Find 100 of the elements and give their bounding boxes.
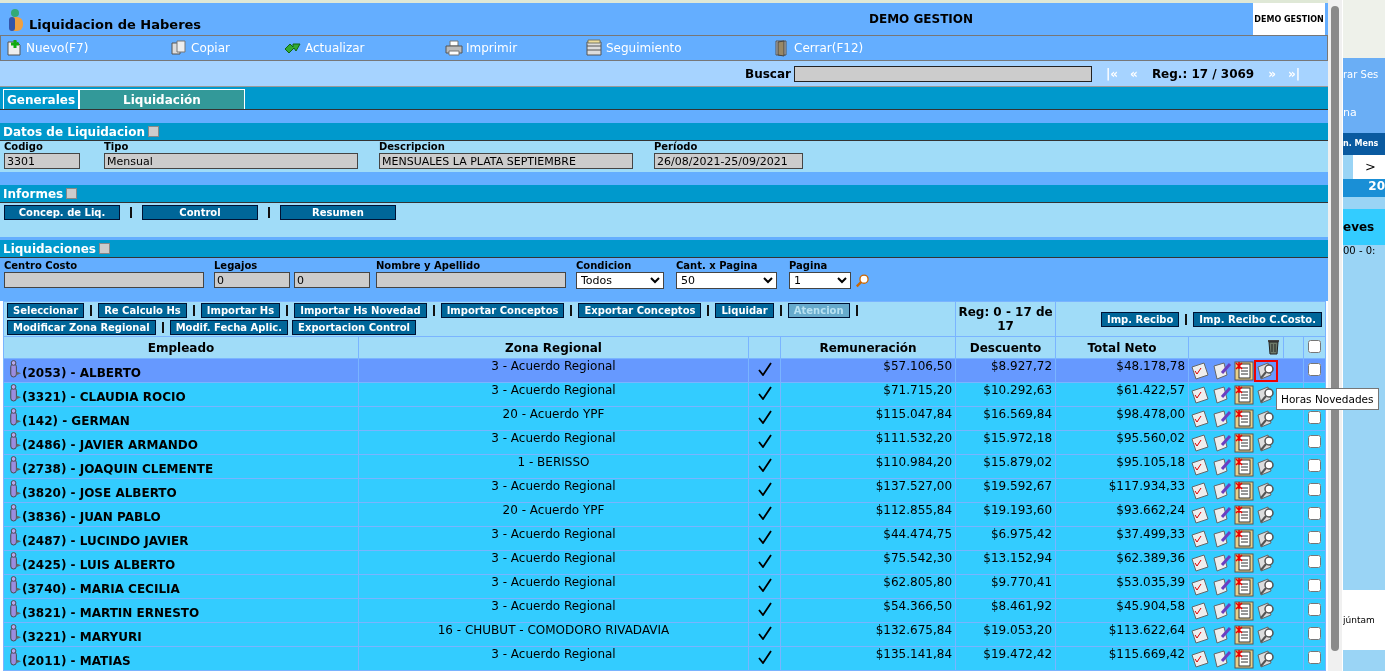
notes-button[interactable] xyxy=(1234,577,1255,596)
row-checkbox[interactable] xyxy=(1308,434,1322,448)
checklist-button[interactable] xyxy=(1190,625,1211,644)
notes-button[interactable] xyxy=(1234,505,1255,524)
edit-button[interactable] xyxy=(1212,577,1233,596)
text-field[interactable]: Mensual xyxy=(104,153,358,169)
row-checkbox[interactable] xyxy=(1308,410,1322,424)
action-button[interactable]: Modif. Fecha Aplic. xyxy=(169,320,289,335)
text-field[interactable]: 0 xyxy=(214,272,290,288)
text-field[interactable] xyxy=(376,272,566,288)
edit-button[interactable] xyxy=(1212,529,1233,548)
edit-button[interactable] xyxy=(1212,457,1233,476)
checklist-button[interactable] xyxy=(1190,361,1211,380)
checklist-button[interactable] xyxy=(1190,577,1211,596)
notes-button[interactable] xyxy=(1234,481,1255,500)
search-field[interactable] xyxy=(793,65,1092,82)
action-button[interactable]: Modificar Zona Regional xyxy=(7,320,156,335)
hours-button[interactable] xyxy=(1256,529,1277,548)
text-field[interactable]: 3301 xyxy=(4,153,80,169)
hours-button[interactable] xyxy=(1256,385,1277,404)
report-button[interactable]: Resumen xyxy=(280,205,396,220)
hours-button[interactable] xyxy=(1256,649,1277,668)
hours-button[interactable] xyxy=(1256,577,1277,596)
notes-button[interactable] xyxy=(1234,385,1255,404)
dropdown[interactable]: 1 xyxy=(789,272,851,289)
print-button[interactable]: Imp. Recibo C.Costo. xyxy=(1193,311,1323,327)
tab[interactable]: Liquidación xyxy=(79,89,245,109)
edit-button[interactable] xyxy=(1212,553,1233,572)
action-button[interactable]: Importar Hs Novedad xyxy=(294,303,427,318)
hours-button[interactable] xyxy=(1256,409,1277,428)
notes-button[interactable] xyxy=(1234,553,1255,572)
edit-button[interactable] xyxy=(1212,625,1233,644)
checklist-button[interactable] xyxy=(1190,385,1211,404)
action-button[interactable]: Exportar Conceptos xyxy=(578,303,702,318)
hours-button[interactable] xyxy=(1256,553,1277,572)
checklist-button[interactable] xyxy=(1190,505,1211,524)
row-checkbox[interactable] xyxy=(1308,578,1322,592)
print-button[interactable]: Imp. Recibo xyxy=(1100,311,1180,327)
text-field[interactable]: 26/08/2021-25/09/2021 xyxy=(654,153,803,169)
action-button[interactable]: Seleccionar xyxy=(7,303,85,318)
edit-button[interactable] xyxy=(1212,601,1233,620)
row-checkbox[interactable] xyxy=(1308,362,1322,376)
text-field[interactable]: 0 xyxy=(294,272,370,288)
hours-button[interactable] xyxy=(1256,601,1277,620)
action-button[interactable]: Re Calculo Hs xyxy=(98,303,187,318)
hours-button[interactable] xyxy=(1256,361,1277,380)
notes-button[interactable] xyxy=(1234,457,1255,476)
hours-button[interactable] xyxy=(1256,481,1277,500)
notes-button[interactable] xyxy=(1234,529,1255,548)
action-button[interactable]: Importar Conceptos xyxy=(440,303,565,318)
hours-button[interactable] xyxy=(1256,457,1277,476)
notes-button[interactable] xyxy=(1234,433,1255,452)
checklist-button[interactable] xyxy=(1190,601,1211,620)
edit-button[interactable] xyxy=(1212,505,1233,524)
search-icon[interactable] xyxy=(854,272,869,289)
notes-button[interactable] xyxy=(1234,649,1255,668)
row-checkbox[interactable] xyxy=(1308,458,1322,472)
hours-button[interactable] xyxy=(1256,625,1277,644)
row-checkbox[interactable] xyxy=(1308,554,1322,568)
text-field[interactable] xyxy=(4,272,204,288)
checklist-button[interactable] xyxy=(1190,409,1211,428)
dropdown[interactable]: 50 xyxy=(676,272,777,289)
edit-button[interactable] xyxy=(1212,409,1233,428)
checklist-button[interactable] xyxy=(1190,433,1211,452)
employee-name: (3820) - JOSE ALBERTO xyxy=(22,486,177,500)
edit-button[interactable] xyxy=(1212,385,1233,404)
edit-button[interactable] xyxy=(1212,649,1233,668)
checklist-button[interactable] xyxy=(1190,457,1211,476)
table-cell: $48.178,78 xyxy=(1116,359,1186,373)
row-checkbox[interactable] xyxy=(1308,602,1322,616)
action-button[interactable]: Liquidar xyxy=(715,303,774,318)
dropdown[interactable]: Todos xyxy=(576,272,664,289)
notes-button[interactable] xyxy=(1234,625,1255,644)
edit-button[interactable] xyxy=(1212,433,1233,452)
row-checkbox[interactable] xyxy=(1308,482,1322,496)
table-cell: $98.478,00 xyxy=(1116,407,1186,421)
report-button[interactable]: Concep. de Liq. xyxy=(4,205,120,220)
notes-button[interactable] xyxy=(1234,601,1255,620)
tab[interactable]: Generales xyxy=(3,89,80,109)
checklist-button[interactable] xyxy=(1190,553,1211,572)
checklist-button[interactable] xyxy=(1190,649,1211,668)
field-label: Período xyxy=(654,141,699,153)
action-button[interactable]: Importar Hs xyxy=(200,303,281,318)
checklist-button[interactable] xyxy=(1190,529,1211,548)
table-cell: $62.805,80 xyxy=(883,575,953,589)
edit-button[interactable] xyxy=(1212,481,1233,500)
row-checkbox[interactable] xyxy=(1308,626,1322,640)
edit-button[interactable] xyxy=(1212,361,1233,380)
hours-button[interactable] xyxy=(1256,433,1277,452)
report-button[interactable]: Control xyxy=(142,205,258,220)
text-field[interactable]: MENSUALES LA PLATA SEPTIEMBRE xyxy=(379,153,633,169)
action-button[interactable]: Exportacion Control xyxy=(292,320,417,335)
row-checkbox[interactable] xyxy=(1308,650,1322,664)
row-checkbox[interactable] xyxy=(1308,506,1322,520)
notes-button[interactable] xyxy=(1234,409,1255,428)
select-all-checkbox[interactable] xyxy=(1308,339,1322,353)
hours-button[interactable] xyxy=(1256,505,1277,524)
notes-button[interactable] xyxy=(1234,361,1255,380)
row-checkbox[interactable] xyxy=(1308,530,1322,544)
checklist-button[interactable] xyxy=(1190,481,1211,500)
